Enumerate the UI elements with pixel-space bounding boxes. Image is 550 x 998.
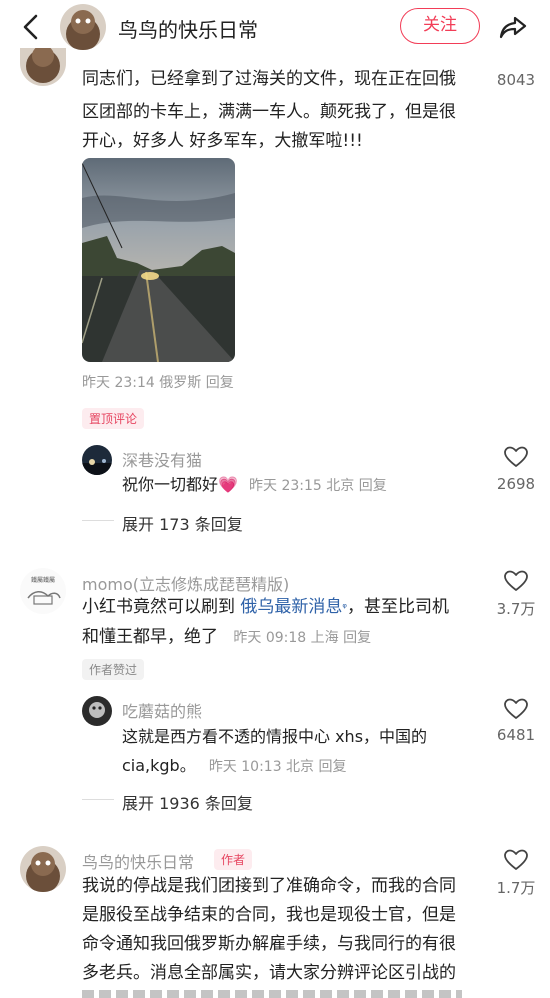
comment-like-count: 3.7万 — [496, 600, 536, 618]
heart-icon[interactable] — [503, 847, 529, 873]
comment-username[interactable]: 鸟鸟的快乐日常 — [82, 849, 194, 873]
comment-text-line: 我说的停战是我们团接到了准确命令，而我的合同 — [82, 876, 456, 896]
reply-text: 祝你一切都好💗 昨天 23:15 北京 回复 — [122, 470, 387, 501]
heart-emoji: 💗 — [218, 475, 238, 494]
reply-meta: 昨天 23:15 北京 回复 — [249, 478, 387, 494]
top-bar: 鸟鸟的快乐日常 关注 — [0, 0, 550, 54]
post-text-line: 同志们，已经拿到了过海关的文件，现在正在回俄 — [82, 69, 456, 89]
comment-text-line: 和懂王都早，绝了 昨天 09:18 上海 回复 — [82, 623, 371, 653]
author-tag: 作者 — [214, 849, 253, 870]
reply-text-line: cia,kgb。 昨天 10:13 北京 回复 — [122, 751, 347, 782]
reply-meta: 昨天 10:13 北京 回复 — [208, 759, 347, 775]
author-liked-tag: 作者赞过 — [82, 659, 145, 680]
comment-like-count: 1.7万 — [496, 879, 536, 897]
reply-like-count: 6481 — [496, 726, 536, 744]
reply-like-count: 2698 — [496, 475, 536, 493]
divider — [82, 520, 114, 521]
post-meta: 昨天 23:14 俄罗斯 回复 — [82, 375, 234, 391]
comment-text-line2: 和懂王都早，绝了 — [82, 627, 218, 647]
comment-avatar[interactable]: 鐵屬鐵屬 — [20, 568, 66, 614]
back-arrow-icon[interactable] — [16, 12, 46, 42]
comment-text-line: 命令通知我回俄罗斯办解雇手续，与我同行的有很 — [82, 934, 456, 954]
svg-text:鐵屬鐵屬: 鐵屬鐵屬 — [31, 576, 55, 584]
reply-text-line2: cia,kgb。 — [122, 756, 196, 775]
reply-text-content: 祝你一切都好 — [122, 475, 219, 494]
comment-text-prefix: 小红书竟然可以刷到 — [82, 597, 235, 617]
expand-replies-button[interactable]: 展开 173 条回复 — [122, 511, 243, 535]
heart-icon[interactable] — [503, 696, 529, 722]
comment-meta: 昨天 09:18 上海 回复 — [233, 630, 372, 646]
reply-avatar[interactable] — [82, 445, 112, 475]
post-text-line: 开心，好多人 好多军车，大撤军啦!!! — [82, 131, 363, 151]
comment-text-line: 是服役至战争结束的合同，我也是现役士官，但是 — [82, 905, 456, 925]
post-text-line: 区团部的卡车上，满满一车人。颠死我了，但是很 — [82, 102, 456, 122]
reply-username[interactable]: 吃蘑菇的熊 — [122, 698, 202, 722]
comment-avatar[interactable] — [20, 846, 66, 892]
heart-icon[interactable] — [503, 444, 529, 470]
search-topic-link[interactable]: 俄乌最新消息 — [240, 597, 342, 617]
comment-username[interactable]: momo(立志修炼成琵琶精版) — [82, 571, 289, 595]
post-like-count: 8043 — [496, 71, 536, 89]
post-avatar[interactable] — [20, 48, 66, 86]
comment-text-line: 小红书竟然可以刷到 俄乌最新消息ᵠ，甚至比司机 — [82, 593, 449, 622]
comment-text-line: 多老兵。消息全部属实，请大家分辨评论区引战的 — [82, 963, 456, 983]
reply-text-line: 这就是西方看不透的情报中心 xhs，中国的 — [122, 727, 428, 746]
post-photo[interactable] — [82, 158, 235, 362]
pinned-tag: 置顶评论 — [82, 408, 145, 429]
expand-replies-button[interactable]: 展开 1936 条回复 — [122, 790, 253, 814]
heart-icon[interactable] — [503, 568, 529, 594]
follow-button[interactable]: 关注 — [400, 8, 480, 44]
reply-avatar[interactable] — [82, 696, 112, 726]
cut-off-text-fragment — [82, 990, 462, 998]
author-name[interactable]: 鸟鸟的快乐日常 — [118, 14, 258, 43]
author-avatar[interactable] — [60, 4, 106, 50]
reply-username[interactable]: 深巷没有猫 — [122, 447, 202, 471]
share-icon[interactable] — [498, 12, 528, 42]
divider — [82, 799, 114, 800]
comment-text-suffix: ，甚至比司机 — [346, 597, 449, 617]
